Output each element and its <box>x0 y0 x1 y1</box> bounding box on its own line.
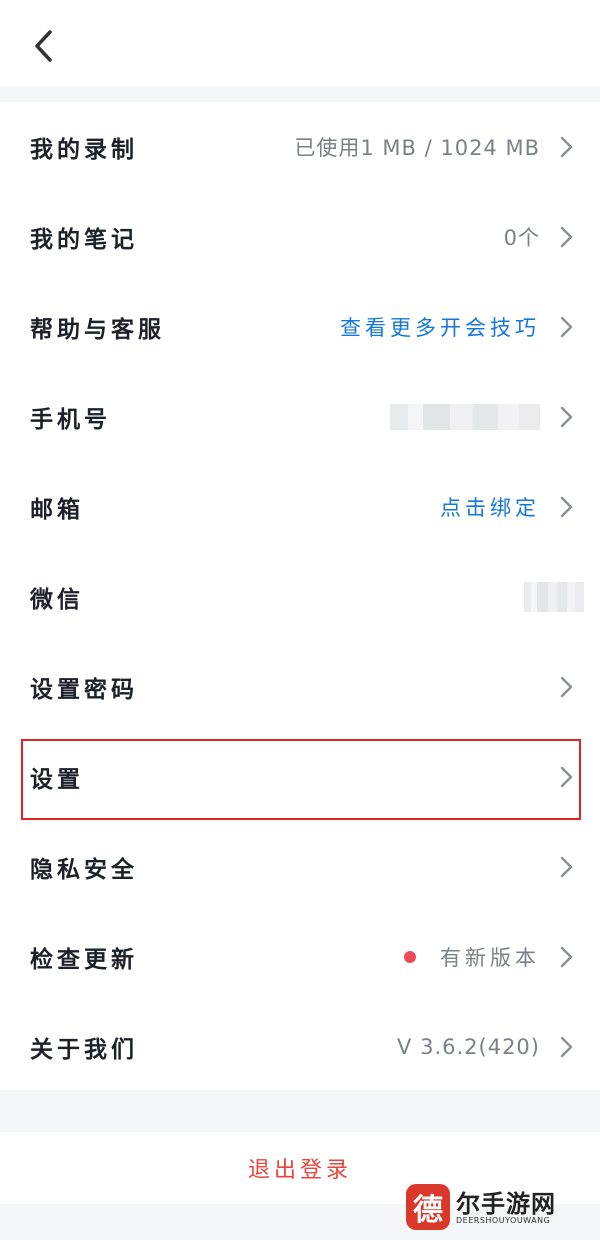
chevron-right-icon <box>560 1036 573 1058</box>
logout-label: 退出登录 <box>247 1158 352 1183</box>
account-settings-list: 我的录制 已使用1 MB / 1024 MB 我的笔记 0个 帮助与客服 查看更… <box>0 102 600 1090</box>
chevron-right-icon <box>560 406 573 428</box>
row-label: 帮助与客服 <box>30 317 165 343</box>
row-phone-number[interactable]: 手机号 <box>0 372 600 462</box>
row-label: 设置密码 <box>30 677 138 703</box>
row-label: 微信 <box>30 587 84 613</box>
row-my-recordings[interactable]: 我的录制 已使用1 MB / 1024 MB <box>0 102 600 192</box>
row-label: 我的笔记 <box>30 227 138 253</box>
back-button[interactable] <box>22 24 66 68</box>
chevron-right-icon <box>560 496 573 518</box>
chevron-right-icon <box>560 766 573 788</box>
row-my-notes[interactable]: 我的笔记 0个 <box>0 192 600 282</box>
top-bar <box>0 0 600 86</box>
row-privacy-security[interactable]: 隐私安全 <box>0 822 600 912</box>
site-watermark: 德 尔手游网 DEERSHOUYOUWANG <box>406 1182 586 1234</box>
chevron-right-icon <box>560 946 573 968</box>
row-wechat: 微信 <box>0 552 600 642</box>
row-label: 设置 <box>30 767 84 793</box>
row-label: 邮箱 <box>30 497 84 523</box>
notes-count-value: 0个 <box>503 226 540 250</box>
chevron-right-icon <box>560 316 573 338</box>
chevron-left-icon <box>35 30 52 62</box>
row-settings[interactable]: 设置 <box>0 732 600 822</box>
update-status-value: 有新版本 <box>440 946 540 970</box>
meeting-tips-link[interactable]: 查看更多开会技巧 <box>340 312 540 342</box>
blurred-phone-number <box>390 404 540 430</box>
chevron-right-icon <box>560 676 573 698</box>
storage-usage-value: 已使用1 MB / 1024 MB <box>294 136 540 160</box>
chevron-right-icon <box>560 856 573 878</box>
row-help-support[interactable]: 帮助与客服 查看更多开会技巧 <box>0 282 600 372</box>
row-label: 隐私安全 <box>30 857 138 883</box>
blurred-wechat-name <box>524 582 584 612</box>
app-version-value: V 3.6.2(420) <box>397 1035 540 1059</box>
row-about-us[interactable]: 关于我们 V 3.6.2(420) <box>0 1002 600 1092</box>
row-label: 手机号 <box>30 407 111 433</box>
watermark-logo: 德 <box>406 1184 450 1230</box>
chevron-right-icon <box>560 226 573 248</box>
watermark-subtitle: DEERSHOUYOUWANG <box>456 1216 551 1225</box>
row-set-password[interactable]: 设置密码 <box>0 642 600 732</box>
row-label: 关于我们 <box>30 1037 138 1063</box>
bind-email-link[interactable]: 点击绑定 <box>440 492 540 522</box>
update-dot-icon <box>404 951 416 963</box>
row-check-update[interactable]: 检查更新 有新版本 <box>0 912 600 1002</box>
chevron-right-icon <box>560 136 573 158</box>
row-label: 检查更新 <box>30 947 138 973</box>
row-label: 我的录制 <box>30 137 138 163</box>
row-email[interactable]: 邮箱 点击绑定 <box>0 462 600 552</box>
watermark-title: 尔手游网 <box>456 1190 556 1218</box>
